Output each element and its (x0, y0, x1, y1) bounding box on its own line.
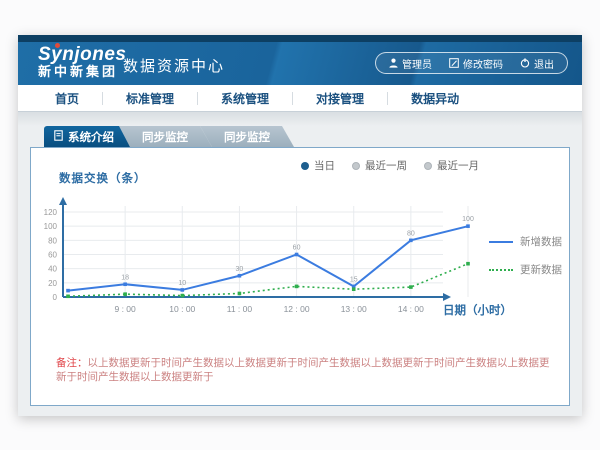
svg-text:11 : 00: 11 : 00 (227, 304, 253, 314)
radio-last-month[interactable]: 最近一月 (424, 158, 479, 173)
footnote: 备注：以上数据更新于时间产生数据以上数据更新于时间产生数据以上数据更新于时间产生… (56, 356, 556, 384)
nav-item-integration-management[interactable]: 对接管理 (293, 90, 387, 107)
radio-label: 当日 (314, 158, 335, 173)
solid-line-icon (489, 241, 513, 243)
logout-label: 退出 (534, 56, 554, 71)
chart-zone: 数据交换（条） 0204060801001209 : 0010 : 0011 :… (31, 148, 569, 348)
logout-button[interactable]: 退出 (520, 56, 554, 71)
svg-text:80: 80 (407, 230, 415, 237)
user-bar: 管理员 修改密码 退出 (375, 52, 568, 74)
svg-text:60: 60 (48, 251, 57, 260)
svg-text:0: 0 (53, 293, 58, 302)
chart-legend: 新增数据 更新数据 (489, 234, 562, 277)
tab-sync-monitor-1[interactable]: 同步监控 (118, 126, 212, 147)
user-icon (389, 58, 398, 68)
time-range-filter: 当日 最近一周 最近一月 (301, 158, 479, 173)
svg-text:15: 15 (350, 276, 358, 283)
app-window: Synjones 新中新集团 数据资源中心 管理员 修改密码 (18, 35, 582, 416)
document-icon (54, 130, 63, 144)
svg-text:80: 80 (48, 236, 57, 245)
legend-label: 新增数据 (520, 234, 562, 249)
brand-dot-icon (55, 43, 60, 48)
svg-text:40: 40 (48, 265, 57, 274)
radio-selected-icon (301, 162, 309, 170)
legend-item-updated-data: 更新数据 (489, 262, 562, 277)
svg-text:10 : 00: 10 : 00 (169, 304, 195, 314)
header: Synjones 新中新集团 数据资源中心 管理员 修改密码 (18, 42, 582, 85)
radio-unselected-icon (424, 162, 432, 170)
company-name: 新中新集团 (38, 64, 126, 79)
logo: Synjones 新中新集团 (38, 45, 126, 79)
chart-panel: 当日 最近一周 最近一月 数据交换（条） 0204060801001209 : … (30, 147, 570, 406)
tab-system-intro[interactable]: 系统介绍 (44, 126, 130, 147)
svg-text:30: 30 (236, 266, 244, 273)
nav-item-home[interactable]: 首页 (32, 90, 102, 107)
svg-text:100: 100 (462, 216, 474, 223)
brand-name: Synjones (38, 45, 126, 64)
power-icon (520, 58, 530, 68)
radio-label: 最近一月 (437, 158, 479, 173)
svg-text:100: 100 (44, 222, 58, 231)
svg-text:12 : 00: 12 : 00 (284, 304, 310, 314)
svg-text:10: 10 (178, 280, 186, 287)
svg-text:13 : 00: 13 : 00 (341, 304, 367, 314)
svg-text:9 : 00: 9 : 00 (115, 304, 137, 314)
svg-text:60: 60 (293, 245, 301, 252)
radio-today[interactable]: 当日 (301, 158, 335, 173)
radio-last-week[interactable]: 最近一周 (352, 158, 407, 173)
tab-bar: 系统介绍 同步监控 同步监控 (44, 126, 570, 147)
nav-item-system-management[interactable]: 系统管理 (198, 90, 292, 107)
change-password-button[interactable]: 修改密码 (449, 56, 503, 71)
tab-label: 同步监控 (142, 129, 188, 145)
legend-label: 更新数据 (520, 262, 562, 277)
tab-sync-monitor-2[interactable]: 同步监控 (200, 126, 294, 147)
x-axis-title: 日期（小时） (443, 302, 512, 318)
user-name-label: 管理员 (402, 56, 432, 71)
legend-item-new-data: 新增数据 (489, 234, 562, 249)
radio-label: 最近一周 (365, 158, 407, 173)
current-user[interactable]: 管理员 (389, 56, 432, 71)
nav-item-data-changes[interactable]: 数据异动 (388, 90, 482, 107)
change-password-label: 修改密码 (463, 56, 503, 71)
top-strip (18, 35, 582, 42)
svg-text:20: 20 (48, 279, 57, 288)
svg-text:120: 120 (44, 208, 58, 217)
content-area: 系统介绍 同步监控 同步监控 当日 最近一周 (18, 112, 582, 416)
radio-unselected-icon (352, 162, 360, 170)
tab-label: 同步监控 (224, 129, 270, 145)
dotted-line-icon (489, 269, 513, 271)
footnote-label: 备注： (56, 357, 88, 369)
tab-label: 系统介绍 (68, 129, 114, 145)
main-nav: 首页 标准管理 系统管理 对接管理 数据异动 (18, 85, 582, 112)
svg-text:18: 18 (121, 274, 129, 281)
edit-icon (449, 58, 459, 68)
footnote-text: 以上数据更新于时间产生数据以上数据更新于时间产生数据以上数据更新于时间产生数据以… (56, 357, 550, 383)
svg-text:14 : 00: 14 : 00 (398, 304, 424, 314)
nav-item-standard-management[interactable]: 标准管理 (103, 90, 197, 107)
page-title: 数据资源中心 (123, 55, 225, 76)
